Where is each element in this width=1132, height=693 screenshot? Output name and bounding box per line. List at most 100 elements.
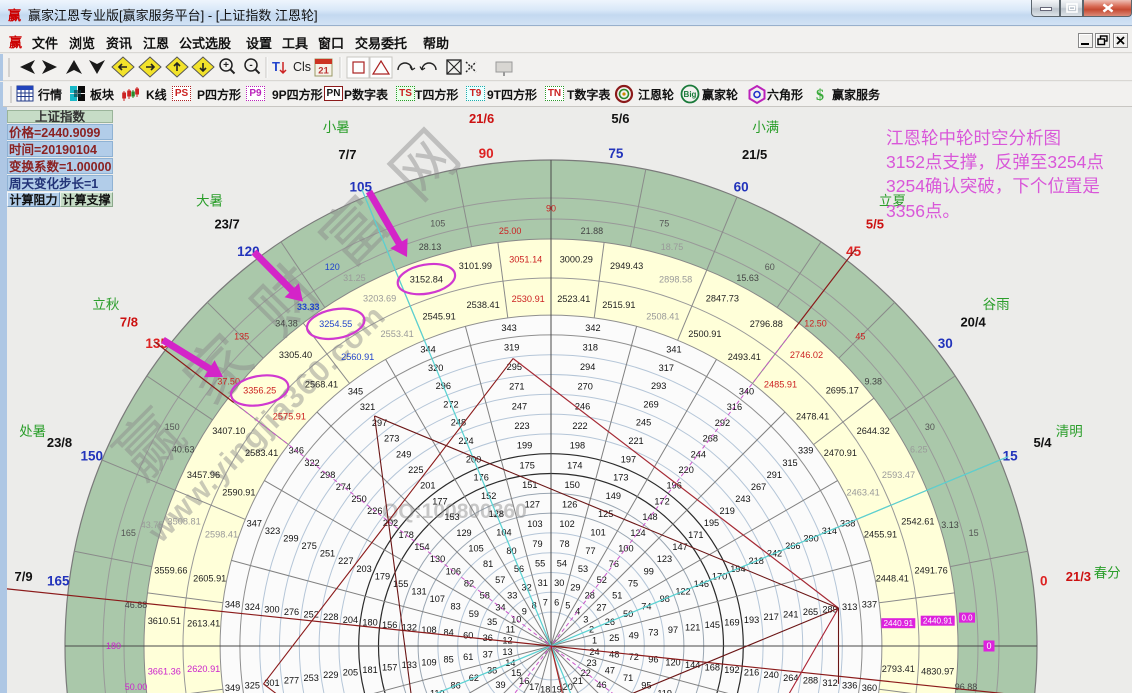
svg-text:149: 149: [606, 491, 621, 501]
svg-text:21/5: 21/5: [742, 147, 767, 162]
svg-text:83: 83: [450, 602, 460, 612]
svg-text:3559.66: 3559.66: [154, 566, 187, 576]
svg-text:57: 57: [495, 575, 505, 585]
svg-text:297: 297: [372, 418, 387, 428]
svg-text:300: 300: [264, 605, 279, 615]
svg-text:T: T: [272, 59, 280, 74]
svg-text:347: 347: [247, 518, 262, 528]
svg-text:54: 54: [557, 558, 567, 568]
svg-text:173: 173: [613, 473, 628, 483]
svg-text:2898.58: 2898.58: [659, 274, 692, 284]
svg-text:317: 317: [659, 363, 674, 373]
svg-text:109: 109: [421, 657, 436, 667]
svg-text:+: +: [223, 60, 229, 71]
svg-text:315: 315: [782, 458, 797, 468]
svg-text:119: 119: [657, 688, 672, 693]
svg-text:299: 299: [283, 534, 298, 544]
svg-text:179: 179: [375, 571, 390, 581]
svg-text:205: 205: [343, 668, 358, 678]
svg-text:243: 243: [735, 494, 750, 504]
svg-text:2545.91: 2545.91: [422, 312, 455, 322]
svg-text:269: 269: [643, 399, 658, 409]
svg-text:大暑: 大暑: [196, 193, 223, 208]
svg-text:5/4: 5/4: [1033, 435, 1052, 450]
svg-text:103: 103: [527, 519, 542, 529]
svg-text:0: 0: [986, 641, 991, 651]
svg-text:34.38: 34.38: [275, 319, 298, 329]
svg-text:72: 72: [629, 652, 639, 662]
svg-text:20/4: 20/4: [960, 315, 986, 330]
svg-text:227: 227: [338, 556, 353, 566]
svg-text:18.75: 18.75: [661, 242, 684, 252]
svg-text:0: 0: [1040, 574, 1048, 589]
svg-text:150: 150: [81, 448, 104, 463]
svg-text:43.75: 43.75: [141, 520, 164, 530]
svg-text:293: 293: [651, 381, 666, 391]
svg-text:195: 195: [704, 518, 719, 528]
svg-text:277: 277: [284, 675, 299, 685]
svg-text:-: -: [249, 60, 252, 71]
svg-text:222: 222: [572, 421, 587, 431]
svg-text:273: 273: [384, 434, 399, 444]
svg-text:2949.43: 2949.43: [610, 261, 643, 271]
svg-text:270: 270: [578, 382, 593, 392]
svg-text:165: 165: [47, 574, 70, 589]
svg-text:清明: 清明: [1056, 424, 1083, 439]
svg-text:294: 294: [580, 362, 595, 372]
svg-text:341: 341: [666, 345, 681, 355]
svg-text:325: 325: [245, 681, 260, 691]
svg-text:102: 102: [559, 519, 574, 529]
svg-text:150: 150: [565, 480, 580, 490]
svg-text:90: 90: [546, 204, 556, 214]
svg-text:30: 30: [925, 422, 935, 432]
svg-text:31: 31: [538, 578, 548, 588]
svg-text:360: 360: [862, 683, 877, 693]
svg-text:265: 265: [803, 607, 818, 617]
svg-text:336: 336: [842, 681, 857, 691]
svg-text:2620.91: 2620.91: [187, 664, 220, 674]
svg-text:3101.99: 3101.99: [459, 261, 492, 271]
svg-text:5/6: 5/6: [611, 111, 629, 126]
svg-text:2695.17: 2695.17: [826, 386, 859, 396]
svg-text:0.0: 0.0: [961, 614, 973, 623]
svg-text:2613.41: 2613.41: [187, 618, 220, 628]
svg-text:2493.41: 2493.41: [728, 352, 761, 362]
svg-text:348: 348: [225, 599, 240, 609]
svg-text:153: 153: [444, 512, 459, 522]
svg-text:2568.41: 2568.41: [305, 380, 338, 390]
svg-text:39: 39: [495, 680, 505, 690]
svg-text:199: 199: [517, 441, 532, 451]
svg-text:148: 148: [642, 512, 657, 522]
svg-text:30: 30: [554, 578, 564, 588]
svg-text:253: 253: [304, 673, 319, 683]
svg-text:81: 81: [483, 559, 493, 569]
svg-text:225: 225: [408, 465, 423, 475]
svg-text:3457.96: 3457.96: [187, 470, 220, 480]
svg-text:6.25: 6.25: [910, 444, 928, 454]
svg-text:120: 120: [325, 262, 340, 272]
svg-text:3203.69: 3203.69: [363, 294, 396, 304]
svg-text:2448.41: 2448.41: [876, 573, 909, 583]
svg-text:2538.41: 2538.41: [466, 300, 499, 310]
svg-text:37: 37: [483, 650, 493, 660]
svg-text:150: 150: [165, 422, 180, 432]
svg-text:79: 79: [532, 539, 542, 549]
svg-text:3152.84: 3152.84: [410, 274, 443, 284]
svg-text:75: 75: [608, 146, 624, 161]
svg-text:244: 244: [691, 449, 706, 459]
svg-text:2796.88: 2796.88: [750, 319, 783, 329]
svg-text:小满: 小满: [752, 120, 779, 135]
svg-text:3356.25: 3356.25: [243, 386, 276, 396]
svg-text:339: 339: [798, 446, 813, 456]
svg-text:5/5: 5/5: [866, 216, 884, 231]
svg-text:12.50: 12.50: [804, 319, 827, 329]
svg-text:130: 130: [430, 554, 445, 564]
svg-text:155: 155: [393, 579, 408, 589]
svg-text:15: 15: [1003, 448, 1019, 463]
svg-text:203: 203: [356, 564, 371, 574]
svg-text:35: 35: [487, 617, 497, 627]
svg-text:2500.91: 2500.91: [688, 329, 721, 339]
svg-text:3508.81: 3508.81: [167, 517, 200, 527]
svg-text:291: 291: [767, 470, 782, 480]
svg-text:319: 319: [504, 343, 519, 353]
